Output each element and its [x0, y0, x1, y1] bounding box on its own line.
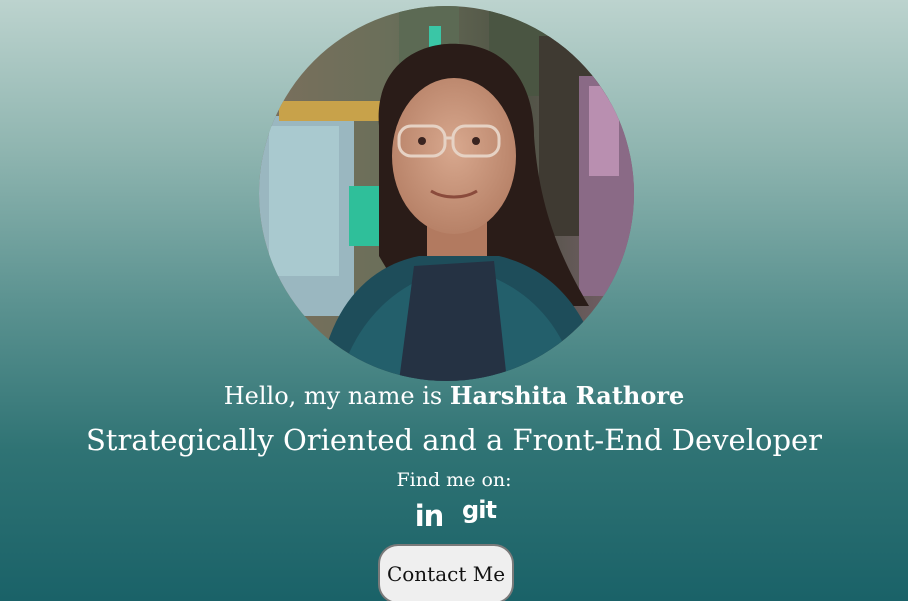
profile-photo-illustration — [259, 6, 634, 381]
greeting-prefix: Hello, my name is — [223, 382, 450, 410]
profile-name: Harshita Rathore — [449, 381, 685, 410]
linkedin-icon[interactable]: in — [411, 499, 447, 533]
greeting-line: Hello, my name is Harshita Rathore — [0, 380, 908, 412]
find-me-label: Find me on: — [396, 469, 512, 491]
github-icon[interactable]: git — [461, 494, 497, 526]
social-links: in git — [0, 496, 908, 533]
profile-photo — [259, 6, 634, 381]
contact-me-button[interactable]: Contact Me — [378, 544, 514, 601]
hero-section: Hello, my name is Harshita Rathore Strat… — [0, 0, 908, 601]
tagline: Strategically Oriented and a Front-End D… — [85, 423, 823, 457]
